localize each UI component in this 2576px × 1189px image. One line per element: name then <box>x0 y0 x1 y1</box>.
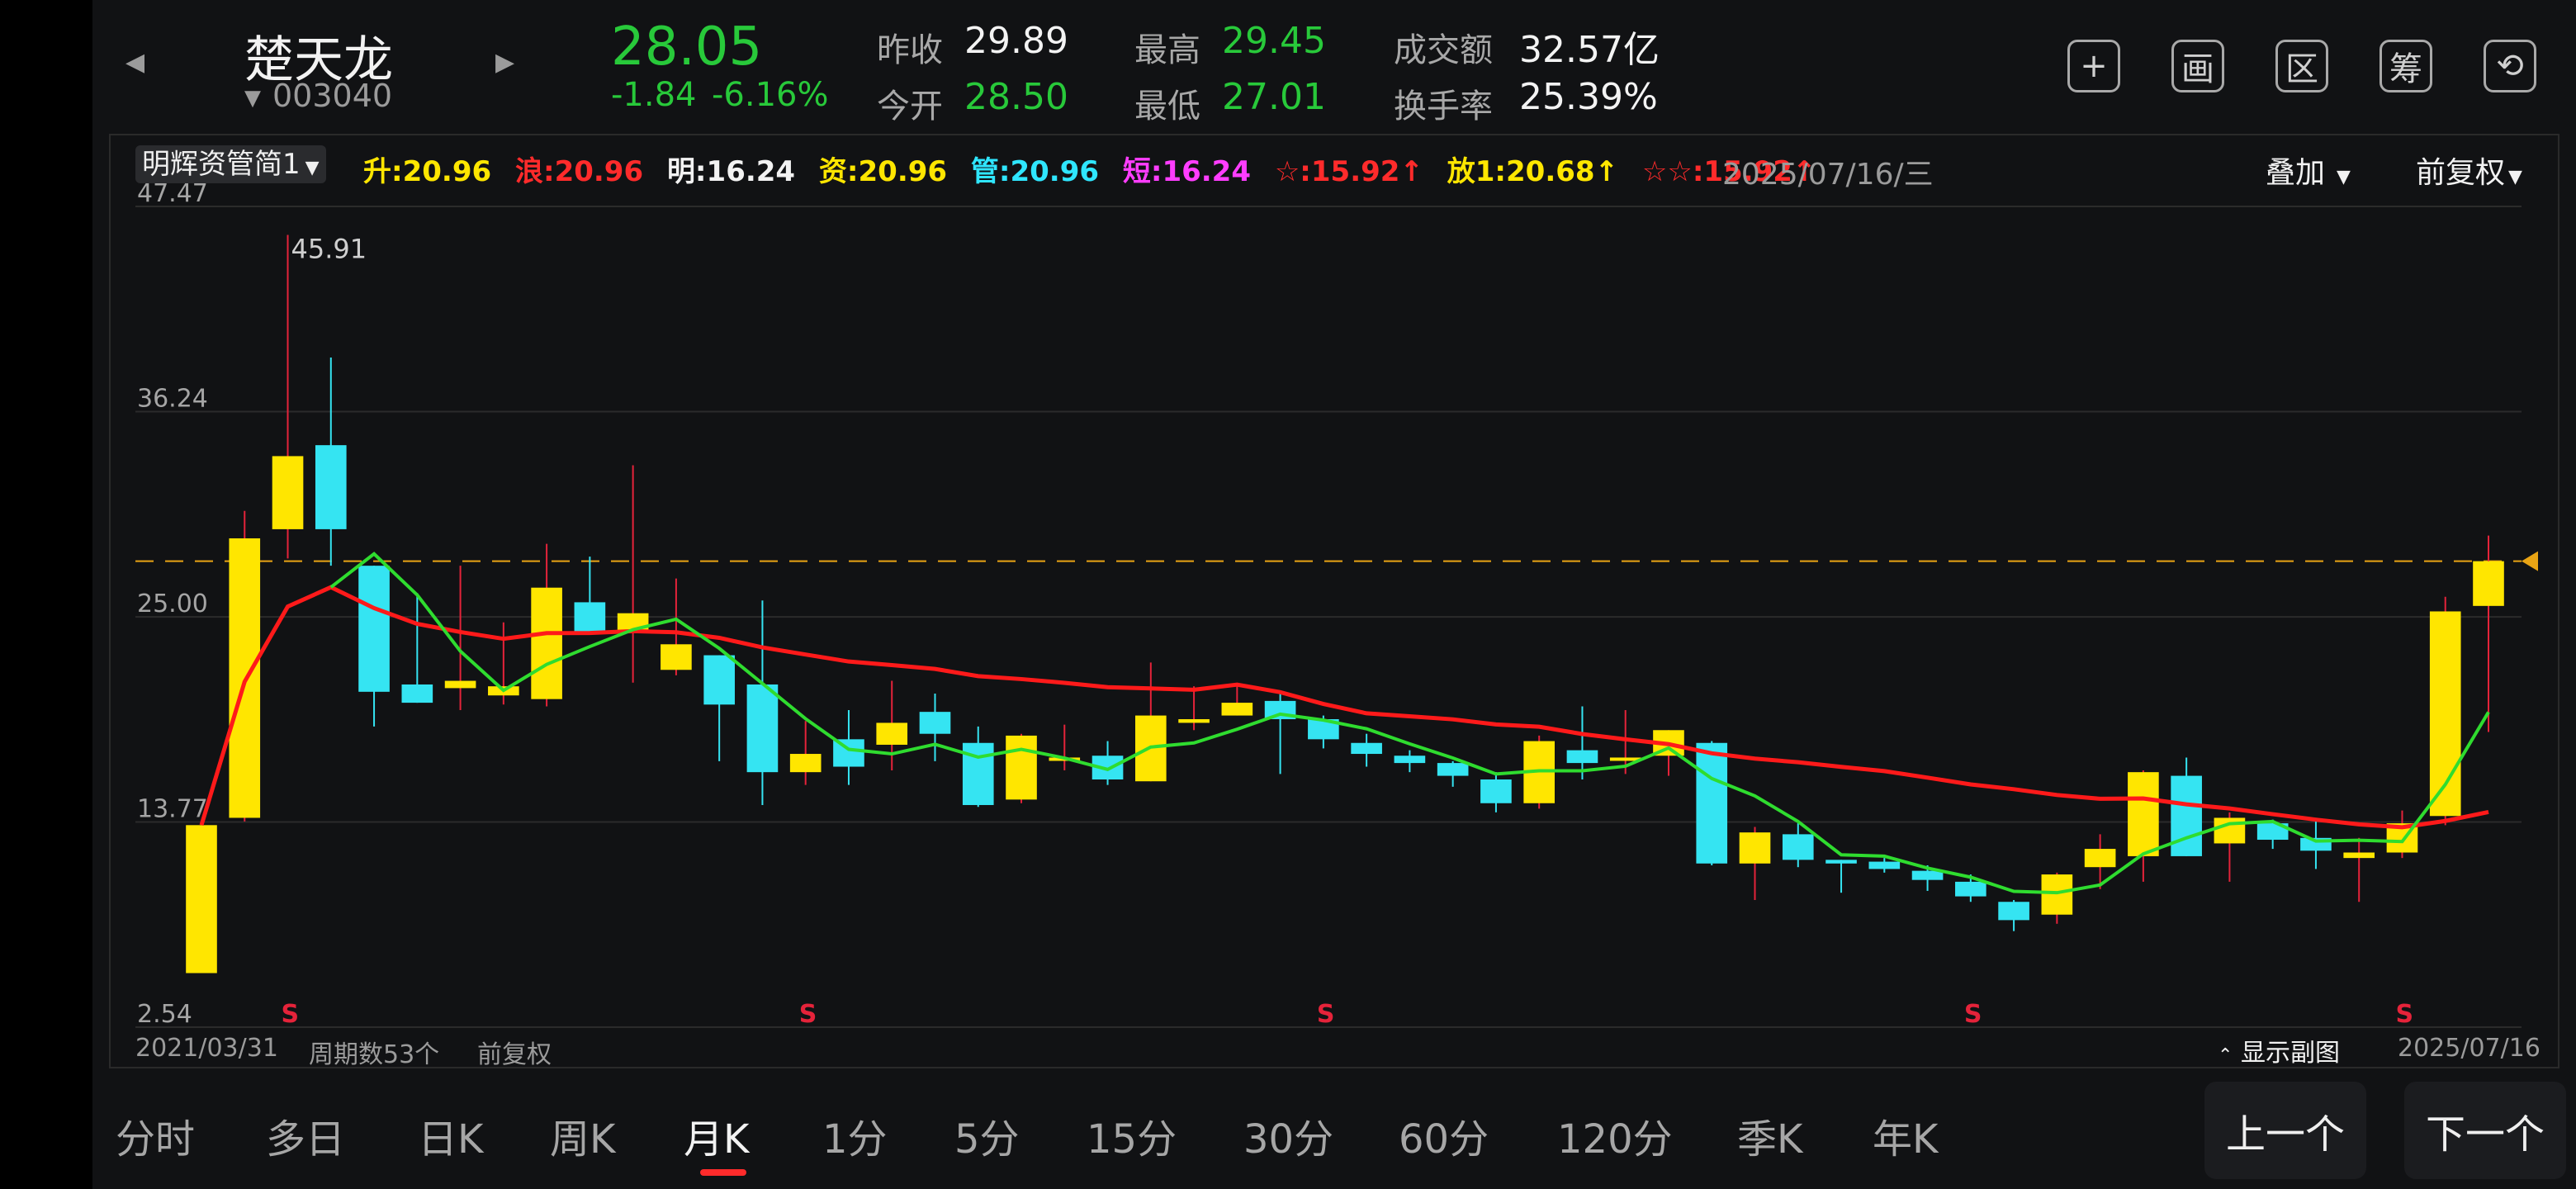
stock-code[interactable]: 003040 <box>272 78 392 114</box>
show-subchart-toggle[interactable]: ⌃ 显示副图 <box>2218 1032 2340 1068</box>
candle-body <box>2084 849 2116 868</box>
sell-marker: S <box>1964 1000 1982 1029</box>
peak-annotation: 45.91 <box>291 234 367 265</box>
candle-body <box>2343 852 2375 859</box>
candle-body <box>789 754 822 773</box>
prev-stock-button[interactable]: 上一个 <box>2204 1082 2366 1179</box>
candle-body <box>1178 719 1210 723</box>
chevron-up-icon: ⌃ <box>2218 1045 2233 1066</box>
candle-body <box>1911 870 1944 880</box>
candle-body <box>2171 775 2202 856</box>
sell-marker: S <box>1317 1000 1335 1029</box>
candle-body <box>358 566 390 692</box>
high-value: 29.45 <box>1222 20 1326 62</box>
next-stock-button[interactable]: 下一个 <box>2404 1082 2566 1179</box>
timeframe-tab[interactable]: 年K <box>1873 1106 1938 1164</box>
open-value: 28.50 <box>964 76 1068 118</box>
timeframe-tab[interactable]: 120分 <box>1557 1106 1673 1164</box>
timeframe-tab[interactable]: 季K <box>1737 1106 1802 1164</box>
turnover-rate-value: 25.39% <box>1519 76 1658 118</box>
timeframe-tab[interactable]: 多日 <box>266 1106 345 1164</box>
candle-body <box>1006 735 1037 800</box>
sell-marker: S <box>799 1000 817 1029</box>
candle-body <box>315 445 347 529</box>
timeframe-tab[interactable]: 周K <box>550 1106 615 1164</box>
current-price-marker <box>2522 551 2538 571</box>
kline-chart[interactable]: 47.47 36.24 25.00 13.77 2.54 45.91 S S S S S <box>111 135 2558 1067</box>
timeframe-tab[interactable]: 1分 <box>822 1106 888 1164</box>
candle-body <box>1221 703 1253 716</box>
y-tick-label: 36.24 <box>137 384 208 413</box>
candle-body <box>1998 902 2029 921</box>
prev-stock-arrow[interactable]: ◀ <box>125 48 144 77</box>
candle-body <box>1394 756 1426 764</box>
candle-body <box>703 655 735 705</box>
sell-marker: S <box>282 1000 300 1029</box>
y-tick-label: 13.77 <box>137 795 208 824</box>
price-change: -1.84 <box>611 76 697 114</box>
timeframe-tab[interactable]: 15分 <box>1087 1106 1177 1164</box>
candle-body <box>876 722 908 745</box>
candle-body <box>444 680 476 689</box>
active-tab-indicator <box>700 1169 746 1176</box>
drawing-icon[interactable]: 画 <box>2171 40 2224 92</box>
current-price: 28.05 <box>611 17 763 78</box>
candle-body <box>1480 779 1512 803</box>
candle-body <box>574 602 606 632</box>
period-count: 周期数53个 <box>309 1040 440 1069</box>
candle-body <box>1955 881 1986 897</box>
y-tick-label: 2.54 <box>137 1000 192 1029</box>
turnover-value: 32.57亿 <box>1519 29 1660 71</box>
prev-close-label: 昨收 <box>877 31 943 69</box>
timeframe-tab[interactable]: 30分 <box>1243 1106 1333 1164</box>
high-label: 最高 <box>1134 31 1200 69</box>
candle-body <box>746 684 779 773</box>
turnover-label: 成交额 <box>1394 31 1493 69</box>
adjust-mode: 前复权 <box>477 1040 552 1069</box>
candle-body <box>2473 561 2504 606</box>
plus-icon[interactable]: + <box>2067 40 2120 92</box>
stock-code-dropdown-icon[interactable]: ▼ <box>244 86 261 111</box>
y-tick-label: 25.00 <box>137 590 208 618</box>
candle-body <box>1437 763 1469 776</box>
show-subchart-label: 显示副图 <box>2240 1039 2340 1068</box>
timeframe-tab[interactable]: 日K <box>418 1106 483 1164</box>
left-rail <box>0 0 92 1189</box>
range-icon[interactable]: 区 <box>2275 40 2328 92</box>
candle-body <box>272 456 304 529</box>
candle-body <box>1351 742 1382 755</box>
low-value: 27.01 <box>1222 76 1326 118</box>
chip-icon[interactable]: 筹 <box>2379 40 2432 92</box>
low-label: 最低 <box>1134 88 1200 126</box>
candle-body <box>1566 750 1598 764</box>
candle-body <box>919 712 951 734</box>
open-label: 今开 <box>877 88 943 126</box>
candle-body <box>1696 742 1728 864</box>
timeframe-tab[interactable]: 分时 <box>116 1106 195 1164</box>
candle-body <box>661 644 692 670</box>
candle-body <box>1868 861 1901 869</box>
candle-body <box>531 587 562 699</box>
ma-line-short <box>329 552 2490 895</box>
x-start-date: 2021/03/31 <box>135 1034 278 1063</box>
turnover-rate-label: 换手率 <box>1394 88 1493 126</box>
candle-body <box>1739 832 1771 864</box>
candle-body <box>2041 874 2073 915</box>
prev-close-value: 29.89 <box>964 20 1068 62</box>
candle-body <box>1782 834 1814 860</box>
candle-body <box>401 684 433 703</box>
x-end-date: 2025/07/16 <box>2398 1034 2540 1063</box>
candle-body <box>186 825 217 973</box>
next-stock-arrow[interactable]: ▶ <box>495 48 514 77</box>
timeframe-tab[interactable]: 60分 <box>1399 1106 1489 1164</box>
kline-panel: 明辉资管简1 ▼ 升:20.96 浪:20.96 明:16.24 资:20.96 … <box>109 134 2559 1069</box>
timeframe-tab[interactable]: 5分 <box>954 1106 1020 1164</box>
candle-body <box>2128 772 2159 856</box>
rotate-screen-icon[interactable]: ⟲ <box>2484 40 2536 92</box>
sell-marker: S <box>2395 1000 2413 1029</box>
price-change-percent: -6.16% <box>712 76 829 114</box>
timeframe-tab-active[interactable]: 月K <box>684 1106 749 1164</box>
y-tick-label: 47.47 <box>137 179 208 208</box>
candle-body <box>1825 860 1857 864</box>
